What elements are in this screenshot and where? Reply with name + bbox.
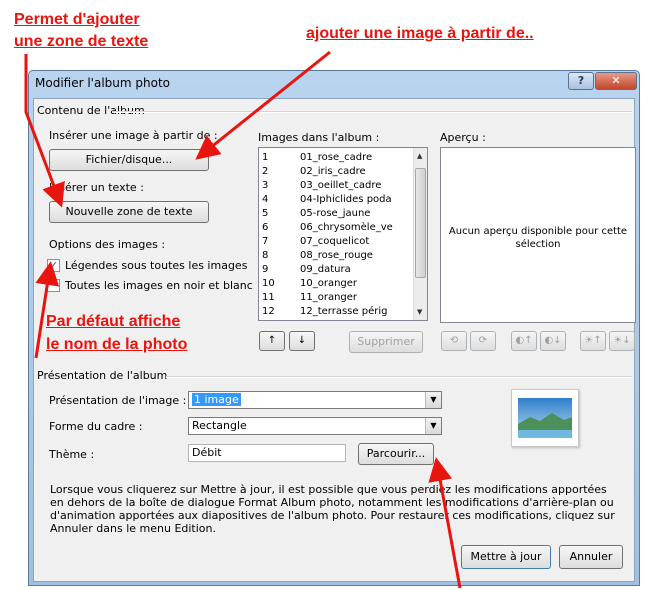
annotation-arrows — [24, 50, 462, 589]
arrow-to-textbox-button — [24, 54, 65, 208]
arrow-to-captions — [34, 261, 60, 359]
arrow-to-file-button — [195, 50, 331, 160]
arrow-to-browse — [428, 457, 462, 589]
